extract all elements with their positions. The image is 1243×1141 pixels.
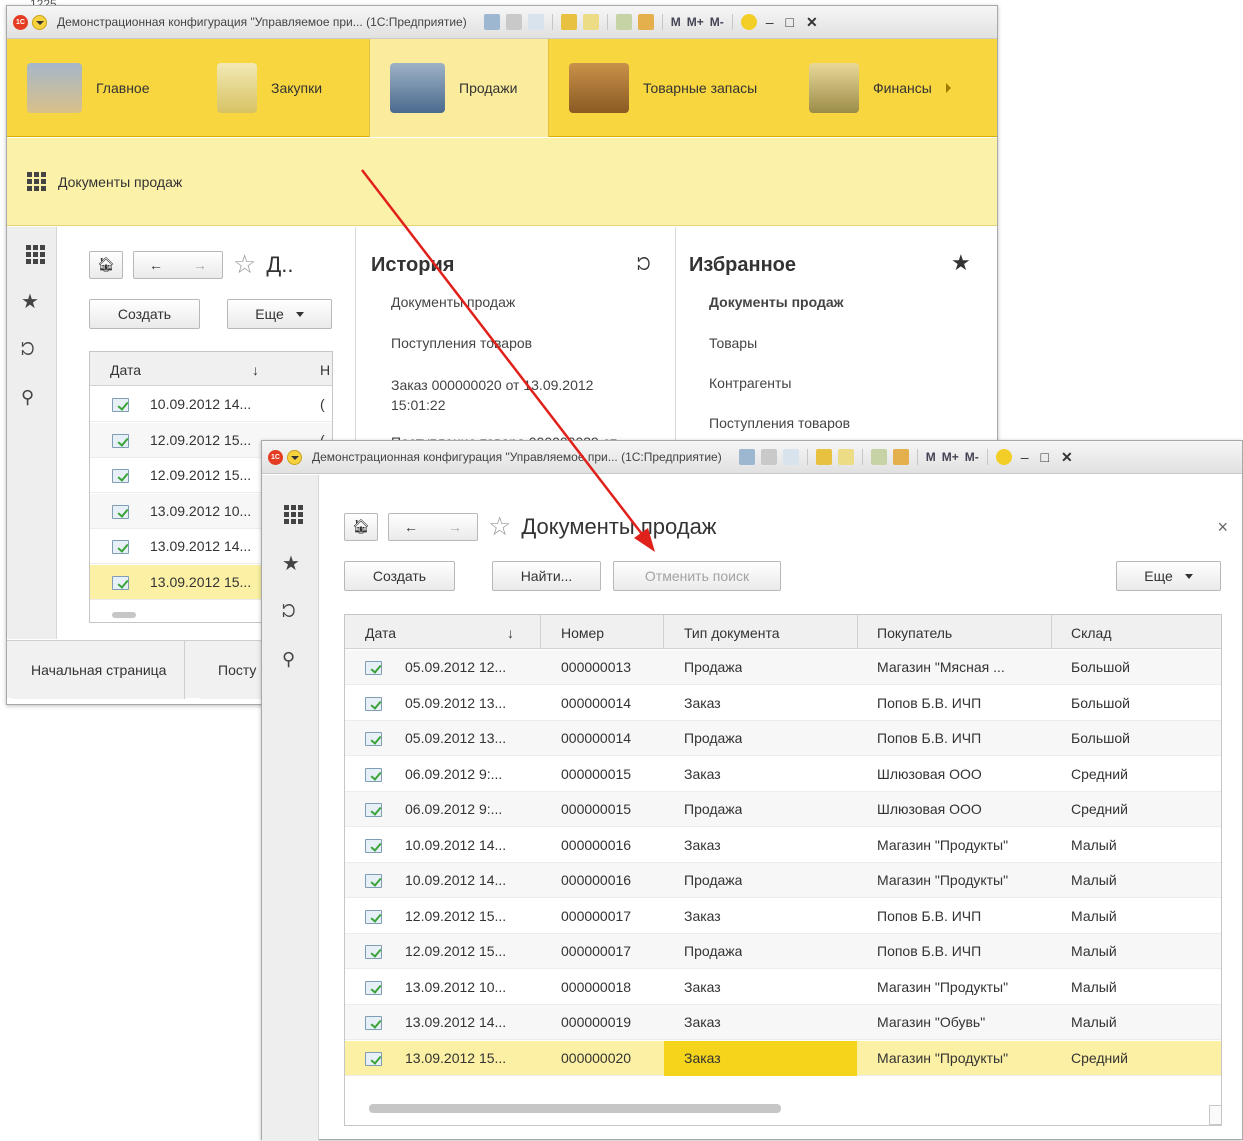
annotation-arrow bbox=[361, 169, 655, 552]
